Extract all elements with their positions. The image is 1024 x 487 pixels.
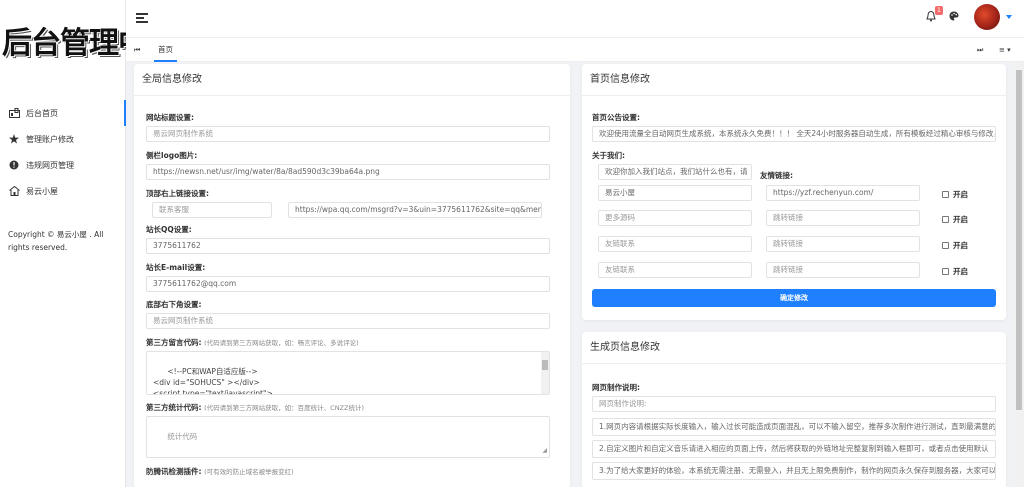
notification-badge: 1	[935, 6, 943, 15]
notice-label: 首页公告设置:	[592, 113, 640, 122]
star-icon	[8, 133, 20, 145]
link-name-input[interactable]: 友链联系	[598, 236, 752, 252]
palette-icon[interactable]	[949, 11, 959, 23]
tab-bar: ⏮ 首页 ⏭ ≡ ▾	[126, 38, 1024, 62]
link-enable-label: 开启	[953, 190, 968, 199]
stats-label-text: 第三方统计代码:	[146, 403, 202, 412]
logo-input[interactable]: https://newsn.net/usr/img/water/8a/8ad59…	[146, 164, 550, 180]
comment-label: 第三方留言代码: (代码请到第三方网站获取，如：畅言评论、多说评论)	[146, 337, 359, 348]
site-title-label: 网站标题设置:	[146, 113, 194, 122]
top-link-url-input[interactable]: https://wpa.qq.com/msgrd?v=3&uin=3775611…	[288, 202, 542, 218]
card-title: 首页信息修改	[582, 64, 1006, 96]
copyright: Copyright © 易云小屋 . All rights reserved.	[8, 230, 104, 252]
link-enable-label: 开启	[953, 215, 968, 224]
detect-label: 防腾讯检测插件: (可有效的防止域名被举报变红)	[146, 466, 294, 477]
tab-menu-icon[interactable]: ≡ ▾	[999, 46, 1011, 54]
link-enable-checkbox[interactable]: 开启	[942, 266, 968, 277]
generate-settings-card: 生成页信息修改 网页制作说明: 网页制作说明: 1.网页内容请根据实际长度输入，…	[582, 332, 1006, 487]
comment-hint: (代码请到第三方网站获取，如：畅言评论、多说评论)	[204, 339, 359, 347]
main-content: 全局信息修改 网站标题设置: 易云网页制作系统 侧栏logo图片: https:…	[126, 62, 1014, 487]
avatar[interactable]	[974, 4, 1000, 30]
detect-label-text: 防腾讯检测插件:	[146, 467, 202, 476]
sidebar-item-dashboard[interactable]: 后台首页	[0, 100, 126, 126]
site-title-input[interactable]: 易云网页制作系统	[146, 126, 550, 142]
desc-line[interactable]: 3.为了给大家更好的体验，本系统无需注册、无需登入，并且无上限免费制作，制作的网…	[592, 462, 996, 480]
sidebar-item-house[interactable]: 易云小屋	[0, 178, 126, 204]
stats-label: 第三方统计代码: (代码请到第三方网站获取，如：百度统计、CNZZ统计)	[146, 402, 364, 413]
top-link-text-input[interactable]: 联系客服	[152, 202, 272, 218]
link-url-input[interactable]: 跳转链接	[766, 210, 920, 226]
textarea-scrollbar[interactable]	[541, 352, 549, 394]
sidebar-item-account[interactable]: 管理账户修改	[0, 126, 126, 152]
about-label: 关于我们:	[592, 151, 625, 160]
desc-line[interactable]: 1.网页内容请根据实际长度输入，输入过长可能造成页面混乱，可以不输入留空，推荐多…	[592, 418, 996, 436]
stats-code-textarea[interactable]: 统计代码 ◢	[146, 416, 550, 458]
comment-code-text: <!--PC和WAP自适应版--> <div id="SOHUCS" ></di…	[153, 367, 273, 395]
comment-code-textarea[interactable]: <!--PC和WAP自适应版--> <div id="SOHUCS" ></di…	[146, 351, 550, 395]
qq-label: 站长QQ设置:	[146, 225, 192, 234]
top-link-label: 顶部右上链接设置:	[146, 189, 209, 198]
dashboard-icon	[8, 107, 20, 119]
card-title: 生成页信息修改	[582, 332, 1006, 364]
link-name-input[interactable]: 更多源码	[598, 210, 752, 226]
sidebar-item-label: 易云小屋	[26, 186, 58, 196]
link-url-input[interactable]: 跳转链接	[766, 262, 920, 278]
link-enable-label: 开启	[953, 267, 968, 276]
global-settings-card: 全局信息修改 网站标题设置: 易云网页制作系统 侧栏logo图片: https:…	[134, 64, 570, 487]
submit-button[interactable]: 确定修改	[592, 289, 996, 307]
home-settings-card: 首页信息修改 首页公告设置: 欢迎使用流量全自动网页生成系统，本系统永久免费！！…	[582, 64, 1006, 320]
logo-label: 侧栏logo图片:	[146, 151, 198, 160]
tab-home[interactable]: 首页	[154, 38, 177, 62]
footer-input[interactable]: 易云网页制作系统	[146, 313, 550, 329]
card-title: 全局信息修改	[134, 64, 570, 96]
link-url-input[interactable]: 跳转链接	[766, 236, 920, 252]
qq-input[interactable]: 3775611762	[146, 238, 550, 254]
tab-next-icon[interactable]: ⏭	[977, 46, 983, 55]
menu-toggle-icon[interactable]	[136, 13, 148, 23]
email-input[interactable]: 3775611762@qq.com	[146, 276, 550, 292]
stats-hint: (代码请到第三方网站获取，如：百度统计、CNZZ统计)	[204, 404, 365, 412]
sidebar-nav: 后台首页 管理账户修改 违规网页管理 易云小屋	[0, 100, 126, 204]
notice-input[interactable]: 欢迎使用流量全自动网页生成系统，本系统永久免费！！！ 全天24小时服务器自动生成…	[592, 126, 996, 142]
link-enable-checkbox[interactable]: 开启	[942, 189, 968, 200]
desc-input[interactable]: 网页制作说明:	[592, 396, 996, 412]
house-icon	[8, 185, 20, 197]
link-name-input[interactable]: 友链联系	[598, 262, 752, 278]
link-url-input[interactable]: https://yzf.rechenyun.com/	[766, 185, 920, 201]
sidebar: 后台管理中心 后台首页 管理账户修改 违规网页管理 易云小屋 Copyr	[0, 0, 126, 487]
friend-links-label: 友情链接:	[760, 171, 793, 180]
sidebar-item-violations[interactable]: 违规网页管理	[0, 152, 126, 178]
scroll-thumb[interactable]	[1016, 70, 1022, 410]
sidebar-item-label: 后台首页	[26, 108, 58, 118]
top-header: 1	[126, 0, 1024, 38]
desc-line[interactable]: 2.自定义图片和自定义音乐请进入相应的页面上传，然后将获取的外链地址完整复制到输…	[592, 440, 996, 458]
link-enable-checkbox[interactable]: 开启	[942, 214, 968, 225]
link-name-input[interactable]: 易云小屋	[598, 185, 752, 201]
tab-prev-icon[interactable]: ⏮	[134, 46, 140, 55]
footer-label: 底部右下角设置:	[146, 300, 202, 309]
stats-placeholder: 统计代码	[167, 432, 198, 441]
page-scrollbar[interactable]	[1014, 62, 1024, 487]
link-enable-checkbox[interactable]: 开启	[942, 240, 968, 251]
link-enable-label: 开启	[953, 241, 968, 250]
sidebar-item-label: 管理账户修改	[26, 134, 74, 144]
warning-icon	[8, 159, 20, 171]
logo: 后台管理中心	[2, 26, 126, 61]
desc-label: 网页制作说明:	[592, 383, 640, 392]
comment-label-text: 第三方留言代码:	[146, 338, 202, 347]
about-input[interactable]: 欢迎你加入我们站点，我们站什么也有，请	[598, 164, 752, 180]
email-label: 站长E-mail设置:	[146, 263, 206, 272]
detect-hint: (可有效的防止域名被举报变红)	[204, 468, 294, 476]
resize-grip-icon[interactable]: ◢	[542, 445, 547, 456]
sidebar-item-label: 违规网页管理	[26, 160, 74, 170]
chevron-down-icon[interactable]	[1006, 15, 1012, 19]
